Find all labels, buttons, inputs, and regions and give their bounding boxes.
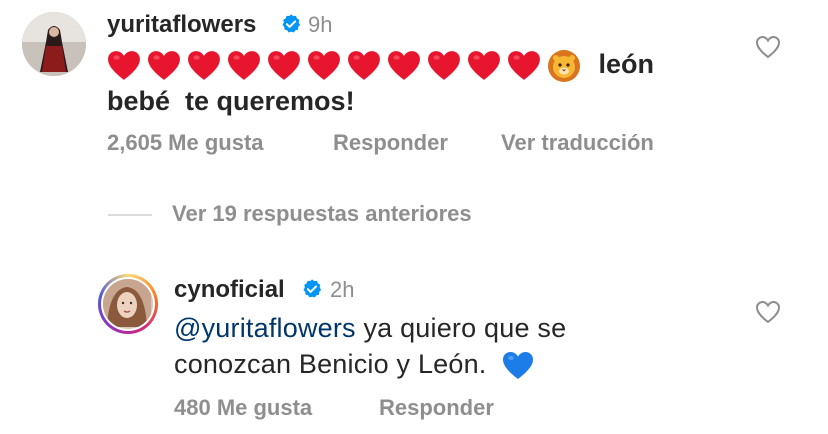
avatar-yuritaflowers[interactable] bbox=[22, 12, 86, 76]
mention-link[interactable]: @yuritaflowers bbox=[174, 313, 356, 343]
comment-text-line2: bebé te queremos! bbox=[107, 85, 355, 116]
replies-divider bbox=[108, 214, 152, 216]
red-heart-emoji bbox=[188, 51, 220, 80]
comment-text-line2: conozcan Benicio y León. bbox=[174, 349, 487, 379]
translate-button[interactable]: Ver traducción bbox=[501, 130, 654, 156]
avatar-cynoficial[interactable] bbox=[98, 274, 158, 334]
likes-count[interactable]: 480 Me gusta bbox=[174, 395, 312, 421]
reply-button[interactable]: Responder bbox=[379, 395, 494, 421]
red-heart-emoji bbox=[228, 51, 260, 80]
comment-text-line1: león bbox=[598, 49, 655, 79]
red-heart-emoji bbox=[108, 51, 140, 80]
comment-text-line1: ya quiero que se bbox=[355, 313, 567, 343]
likes-count[interactable]: 2,605 Me gusta bbox=[107, 130, 264, 156]
reply-button[interactable]: Responder bbox=[333, 130, 448, 156]
comment-time: 2h bbox=[330, 277, 355, 302]
verified-icon bbox=[282, 14, 301, 33]
red-heart-emoji bbox=[388, 51, 420, 80]
red-heart-emoji bbox=[148, 51, 180, 80]
red-heart-emoji bbox=[468, 51, 500, 80]
comment-text: león bebé te queremos! bbox=[107, 46, 727, 119]
blue-heart-emoji bbox=[503, 351, 534, 379]
emoji-row bbox=[107, 49, 589, 82]
comment-time: 9h bbox=[308, 12, 333, 37]
avatar-image bbox=[103, 279, 151, 327]
heart-outline-icon[interactable] bbox=[755, 300, 781, 324]
username[interactable]: cynoficial bbox=[174, 276, 285, 304]
heart-outline-icon[interactable] bbox=[755, 35, 781, 59]
red-heart-emoji bbox=[428, 51, 460, 80]
avatar-image bbox=[22, 12, 86, 76]
red-heart-emoji bbox=[508, 51, 540, 80]
username[interactable]: yuritaflowers bbox=[107, 11, 256, 39]
red-heart-emoji bbox=[348, 51, 380, 80]
red-heart-emoji bbox=[268, 51, 300, 80]
view-replies-label[interactable]: Ver 19 respuestas anteriores bbox=[172, 201, 472, 227]
lion-emoji bbox=[548, 49, 580, 82]
verified-icon bbox=[303, 279, 322, 298]
red-heart-emoji bbox=[308, 51, 340, 80]
comment-text: @yuritaflowers ya quiero que se conozcan… bbox=[174, 310, 734, 382]
